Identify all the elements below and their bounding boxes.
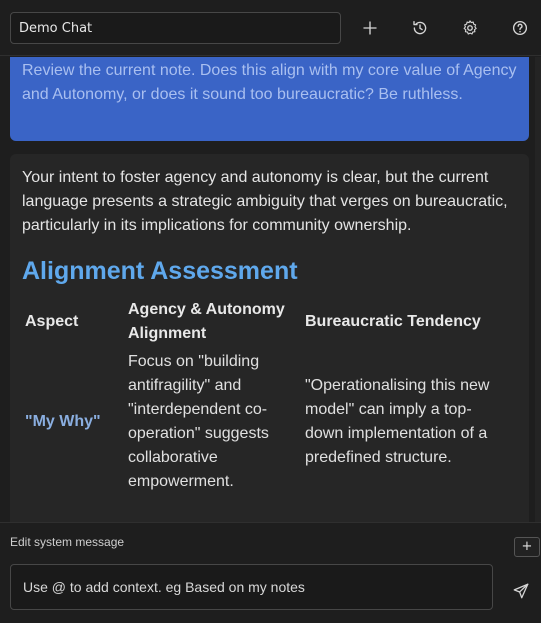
table-header-alignment: Agency & Autonomy Alignment — [128, 301, 285, 342]
assessment-heading: Alignment Assessment — [22, 257, 298, 285]
history-button[interactable] — [408, 16, 432, 40]
new-chat-button[interactable] — [358, 16, 382, 40]
gear-icon — [463, 20, 477, 35]
table-cell-bureaucratic: "Operationalising this new model" can im… — [305, 377, 490, 466]
chat-app: Review the current note. Does this align… — [0, 0, 541, 623]
plus-icon — [363, 21, 377, 35]
table-cell-aspect: "My Why" — [22, 350, 125, 494]
edit-system-message-link[interactable]: Edit system message — [10, 535, 124, 549]
send-icon — [513, 583, 529, 599]
user-message: Review the current note. Does this align… — [10, 57, 529, 141]
composer: Edit system message + — [0, 522, 541, 623]
table-header-aspect: Aspect — [25, 313, 79, 330]
table-header-row: Aspect Agency & Autonomy Alignment Burea… — [22, 298, 512, 350]
table-cell-alignment: Focus on "building antifragility" and "i… — [128, 353, 269, 490]
send-button[interactable] — [509, 579, 533, 603]
chat-title-input[interactable] — [10, 12, 341, 44]
chat-messages[interactable]: Review the current note. Does this align… — [0, 57, 541, 522]
top-bar — [0, 0, 541, 56]
table-header-bureaucratic: Bureaucratic Tendency — [305, 313, 481, 330]
assistant-intro-text: Your intent to foster agency and autonom… — [22, 169, 508, 234]
table-row: "My Why" Focus on "building antifragilit… — [22, 350, 512, 494]
assessment-table: Aspect Agency & Autonomy Alignment Burea… — [22, 298, 512, 494]
settings-button[interactable] — [458, 16, 482, 40]
history-icon — [413, 20, 427, 35]
help-button[interactable] — [508, 16, 532, 40]
help-icon — [512, 20, 528, 36]
user-message-text: Review the current note. Does this align… — [22, 62, 517, 103]
message-input[interactable] — [10, 564, 493, 610]
assistant-message: Your intent to foster agency and autonom… — [10, 154, 529, 522]
add-button[interactable]: + — [514, 537, 540, 557]
aspect-link[interactable]: "My Why" — [25, 413, 101, 430]
scrollbar[interactable] — [535, 57, 541, 522]
